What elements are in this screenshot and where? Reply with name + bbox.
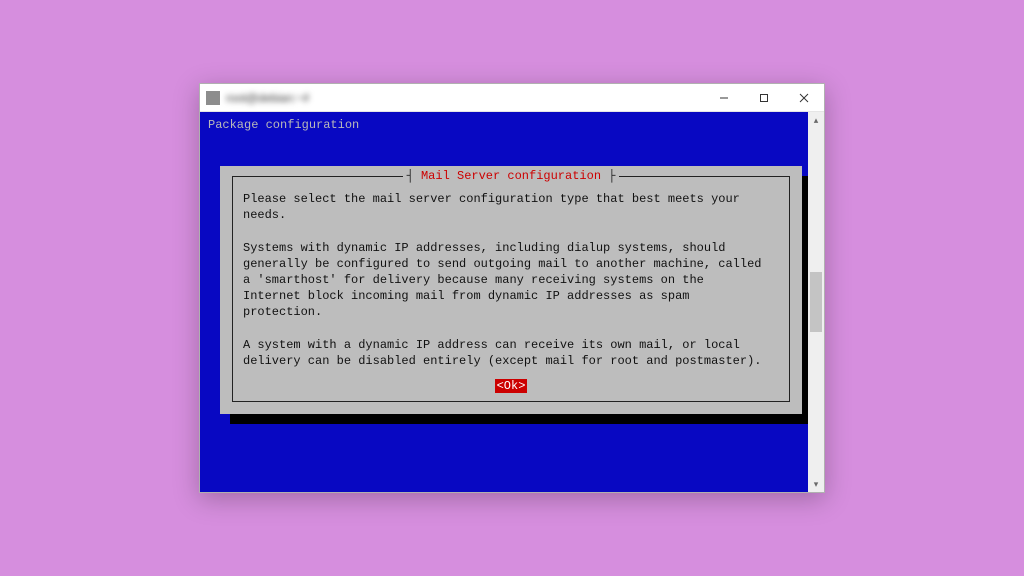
dialog-container: ┤ Mail Server configuration ├ Please sel… — [220, 166, 802, 414]
ok-button[interactable]: <Ok> — [495, 379, 528, 393]
minimize-button[interactable] — [704, 84, 744, 112]
dialog-title-text: Mail Server configuration — [421, 169, 601, 183]
scroll-down-icon[interactable]: ▾ — [808, 476, 824, 492]
dialog-body-text: Please select the mail server configurat… — [243, 191, 779, 369]
window-title: root@debian:~# — [226, 91, 309, 105]
dialog-inner: ┤ Mail Server configuration ├ Please sel… — [232, 176, 790, 402]
dialog-title: ┤ Mail Server configuration ├ — [403, 169, 620, 183]
terminal-area: Package configuration ┤ Mail Server conf… — [200, 112, 824, 492]
package-config-header: Package configuration — [206, 116, 812, 138]
app-window: root@debian:~# Package configuration ┤ M… — [199, 83, 825, 493]
mail-server-dialog: ┤ Mail Server configuration ├ Please sel… — [220, 166, 802, 414]
minimize-icon — [719, 93, 729, 103]
maximize-button[interactable] — [744, 84, 784, 112]
close-button[interactable] — [784, 84, 824, 112]
scrollbar-thumb[interactable] — [810, 272, 822, 332]
scroll-up-icon[interactable]: ▴ — [808, 112, 824, 128]
titlebar[interactable]: root@debian:~# — [200, 84, 824, 112]
app-icon — [206, 91, 220, 105]
maximize-icon — [759, 93, 769, 103]
dialog-title-wrap: ┤ Mail Server configuration ├ — [233, 169, 789, 183]
ok-row: <Ok> — [243, 379, 779, 393]
scrollbar-track[interactable]: ▴ ▾ — [808, 112, 824, 492]
close-icon — [799, 93, 809, 103]
